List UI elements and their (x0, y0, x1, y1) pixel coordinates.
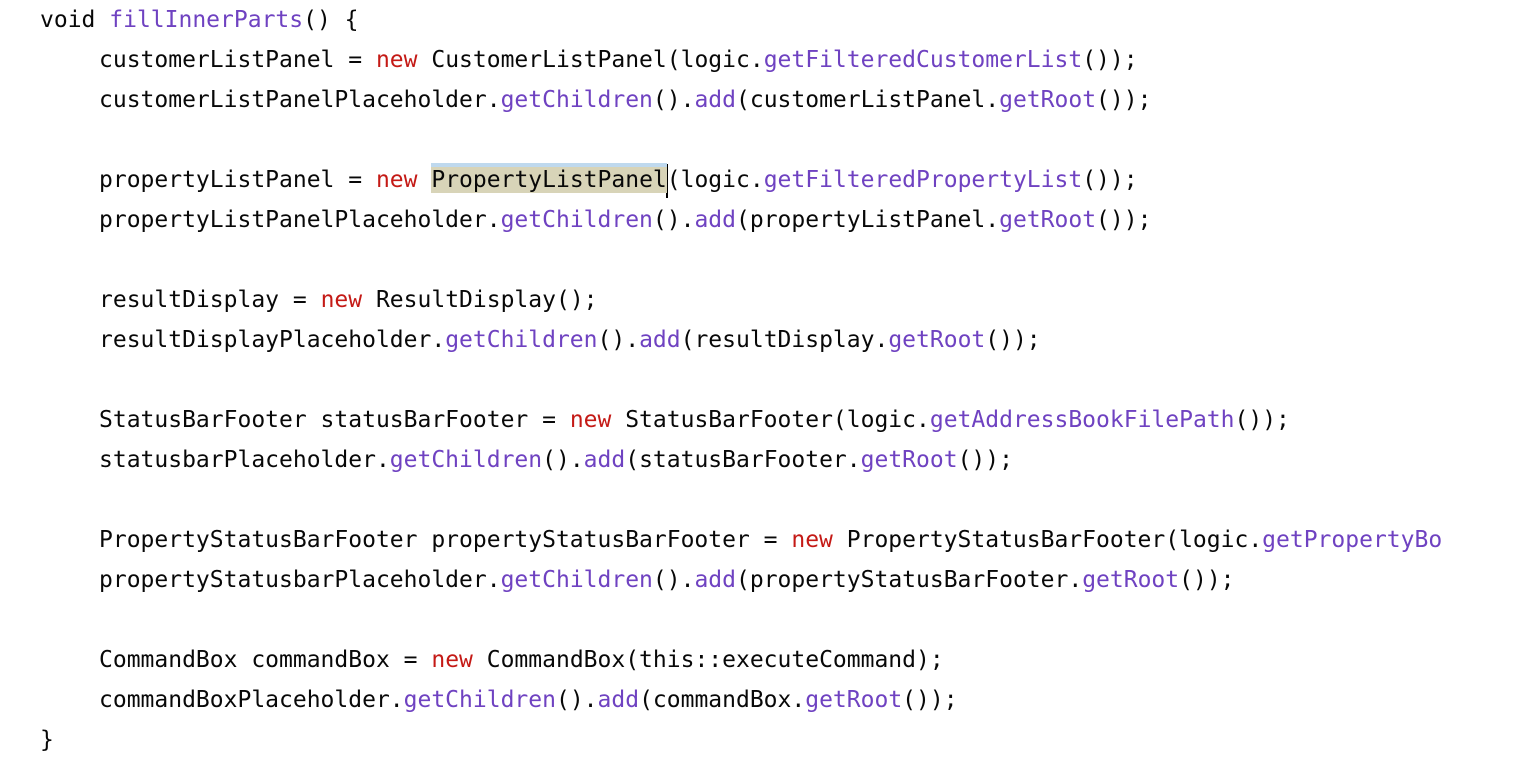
keyword-new: new (320, 287, 363, 313)
code-line[interactable]: customerListPanel = new CustomerListPane… (99, 40, 1138, 80)
code-token: customerListPanel = (99, 47, 376, 73)
keyword-new: new (431, 647, 473, 673)
code-token: customerListPanelPlaceholder. (99, 87, 501, 113)
code-line[interactable]: propertyListPanel = new PropertyListPane… (99, 160, 1138, 200)
keyword-new: new (375, 47, 418, 73)
keyword-new: new (569, 407, 612, 433)
method-call: getAddressBookFilePath (929, 407, 1235, 433)
method-call: getPropertyBo (1262, 527, 1443, 553)
code-line[interactable]: PropertyStatusBarFooter propertyStatusBa… (99, 520, 1442, 560)
keyword-new: new (791, 527, 833, 553)
code-token: StatusBarFooter statusBarFooter = (99, 407, 570, 433)
method-call: getRoot (888, 327, 986, 353)
code-line[interactable]: resultDisplayPlaceholder.getChildren().a… (99, 320, 1041, 360)
code-token: (propertyListPanel. (736, 207, 1000, 233)
code-token: ()); (1096, 87, 1152, 113)
code-token: ()); (1082, 167, 1138, 193)
code-line[interactable]: commandBoxPlaceholder.getChildren().add(… (99, 680, 958, 720)
code-token: ResultDisplay(); (362, 287, 598, 313)
code-token: propertyListPanelPlaceholder. (99, 207, 501, 233)
code-token: ()); (1179, 567, 1235, 593)
code-line[interactable]: void fillInnerParts() { (40, 0, 359, 40)
code-token: PropertyStatusBarFooter propertyStatusBa… (99, 527, 792, 553)
code-token: (propertyStatusBarFooter. (736, 567, 1083, 593)
code-token: (commandBox. (639, 687, 806, 713)
code-token: (). (555, 687, 598, 713)
code-editor[interactable]: void fillInnerParts() {customerListPanel… (0, 0, 1528, 764)
code-token: (). (597, 327, 640, 353)
code-line[interactable]: statusbarPlaceholder.getChildren().add(s… (99, 440, 1013, 480)
method-call: add (639, 327, 681, 353)
highlighted-identifier: PropertyListPanel (431, 163, 667, 193)
method-call: add (694, 207, 736, 233)
method-call: getChildren (500, 567, 653, 593)
code-line[interactable]: propertyListPanelPlaceholder.getChildren… (99, 200, 1151, 240)
code-token: statusbarPlaceholder. (99, 447, 390, 473)
code-line[interactable]: } (40, 720, 54, 760)
code-line[interactable]: StatusBarFooter statusBarFooter = new St… (99, 400, 1290, 440)
code-token: (). (652, 87, 695, 113)
code-token: ()); (1082, 47, 1138, 73)
code-line[interactable]: resultDisplay = new ResultDisplay(); (99, 280, 598, 320)
method-call: fillInnerParts (109, 7, 304, 33)
code-token: void (40, 7, 110, 33)
code-token: commandBoxPlaceholder. (99, 687, 404, 713)
method-call: getRoot (805, 687, 903, 713)
code-token: ()); (985, 327, 1041, 353)
method-call: getRoot (999, 87, 1097, 113)
code-token: (). (652, 567, 695, 593)
method-call: getFilteredPropertyList (763, 167, 1083, 193)
method-call: add (694, 567, 736, 593)
code-token: propertyStatusbarPlaceholder. (99, 567, 501, 593)
code-line[interactable]: propertyStatusbarPlaceholder.getChildren… (99, 560, 1235, 600)
code-token: (). (652, 207, 695, 233)
method-call: add (694, 87, 736, 113)
code-token: PropertyStatusBarFooter(logic. (832, 527, 1263, 553)
code-line[interactable]: customerListPanelPlaceholder.getChildren… (99, 80, 1151, 120)
code-token: CommandBox commandBox = (99, 647, 432, 673)
method-call: getRoot (860, 447, 958, 473)
code-token: ()); (957, 447, 1013, 473)
code-token: (). (542, 447, 584, 473)
method-call: getChildren (403, 687, 556, 713)
code-token: resultDisplay = (99, 287, 321, 313)
code-token: () { (303, 7, 359, 33)
method-call: getRoot (1082, 567, 1180, 593)
code-token: (customerListPanel. (736, 87, 1000, 113)
code-token: ()); (902, 687, 958, 713)
code-token: } (40, 727, 54, 753)
code-token: (statusBarFooter. (625, 447, 861, 473)
method-call: getRoot (999, 207, 1097, 233)
code-token: propertyListPanel = (99, 167, 376, 193)
code-token: (logic. (666, 167, 764, 193)
code-token: CommandBox(this::executeCommand); (472, 647, 944, 673)
method-call: getChildren (389, 447, 543, 473)
method-call: getChildren (500, 87, 653, 113)
code-token: ()); (1234, 407, 1290, 433)
method-call: getFilteredCustomerList (763, 47, 1083, 73)
code-token: StatusBarFooter(logic. (611, 407, 930, 433)
method-call: add (583, 447, 626, 473)
code-token: resultDisplayPlaceholder. (99, 327, 446, 353)
method-call: add (597, 687, 640, 713)
keyword-new: new (375, 167, 418, 193)
code-token: ()); (1096, 207, 1152, 233)
code-token: CustomerListPanel(logic. (417, 47, 764, 73)
method-call: getChildren (445, 327, 598, 353)
method-call: getChildren (500, 207, 653, 233)
code-token: (resultDisplay. (680, 327, 889, 353)
code-line[interactable]: CommandBox commandBox = new CommandBox(t… (99, 640, 944, 680)
